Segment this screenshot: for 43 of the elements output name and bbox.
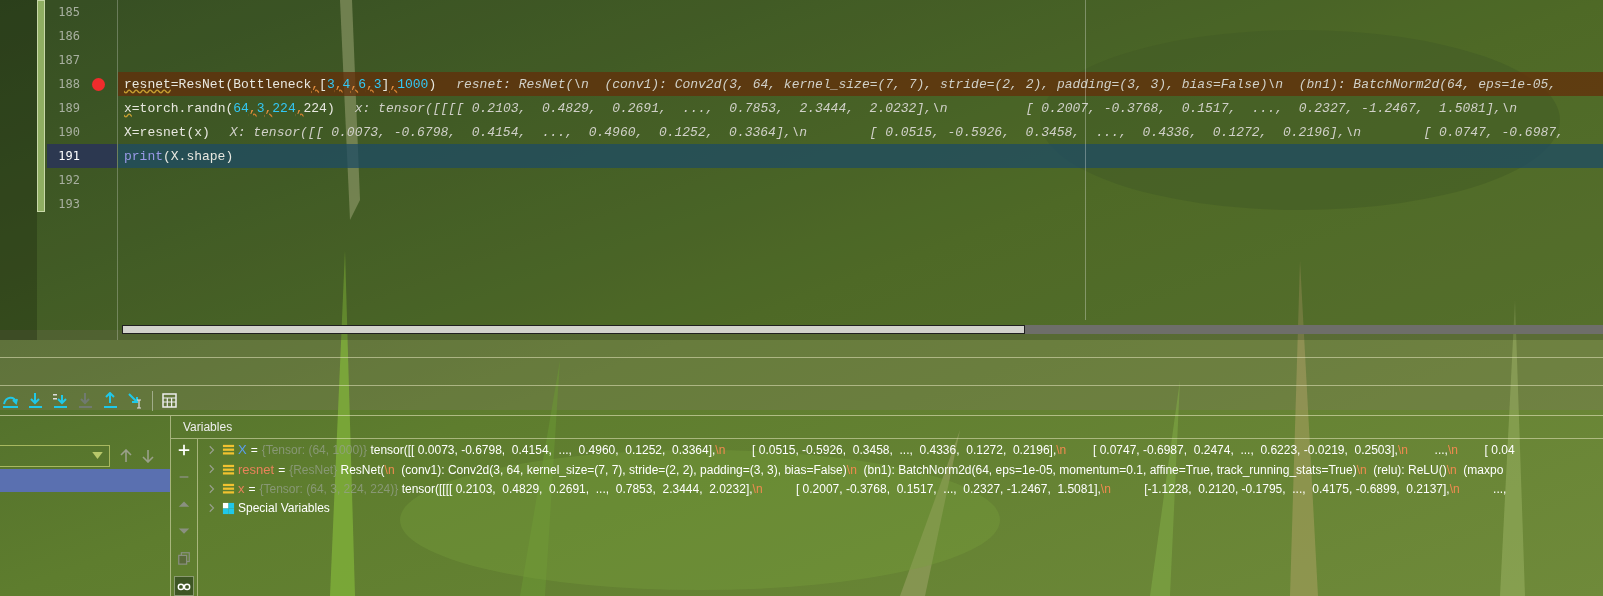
step-down-icon[interactable] [77, 392, 94, 409]
line-number: 193 [57, 197, 80, 211]
copy-icon[interactable] [177, 551, 191, 565]
variable-value: x = {Tensor: (64, 3, 224, 224)} tensor([[[[ 0.2103, 0.4829, 0.2691, ..., 0.7853, 2.3444, 2.0232],\n [ 0.2007, -0.3768, 0.1517, ..., 0.2327, -1.2467, 1.5081],\n [-1.1228, 0.2120, -0.1795, ..., 0.4175, -0.6899, 0.2137],\n ..., [238, 481, 1507, 497]
panel-title: Variables [183, 420, 233, 434]
step-out-icon[interactable] [102, 392, 119, 409]
code-line: print(X.shape) [124, 148, 234, 164]
expand-chevron-icon[interactable] [209, 483, 215, 494]
caret-icon [92, 452, 103, 459]
inline-value-hint: X: tensor([[ 0.0073, -0.6798, 0.4154, ..., 0.4960, 0.1252, 0.3364],\n [ 0.0515, -0.5926, 0.3458, ..., 0.4336, 0.1272, 0.2196],\n [ 0.0747, -0.6987, [229, 124, 1564, 140]
run-to-cursor-icon[interactable] [127, 392, 144, 409]
variable-icon [222, 443, 235, 457]
step-into-icon[interactable] [27, 392, 44, 409]
arrow-down-icon[interactable] [142, 448, 154, 463]
plus-icon[interactable] [177, 443, 191, 457]
scrollbar-thumb[interactable] [122, 325, 1025, 334]
table-icon[interactable] [161, 392, 178, 409]
expand-chevron-icon[interactable] [209, 503, 215, 514]
line-number: 190 [57, 125, 80, 139]
variable-value: X = {Tensor: (64, 1000)} tensor([[ 0.0073, -0.6798, 0.4154, ..., 0.4960, 0.1252, 0.3364],\n [ 0.0515, -0.5926, 0.3458, ..., 0.4336, 0.1272, 0.2196],\n [ 0.0747, -0.6987, 0.2474, ..., 0.6223, -0.0219, 0.2503],\n ...,\n [ 0.04 [238, 442, 1515, 458]
line-number: 189 [57, 101, 80, 115]
line-number: 185 [57, 5, 80, 19]
arrow-up-icon[interactable] [120, 448, 132, 463]
code-line: x=torch.randn(64,3,224,224) [124, 100, 335, 116]
inline-value-hint: resnet: ResNet(\n (conv1): Conv2d(3, 64, kernel_size=(7, 7), stride=(2, 2), padding=(3, 3), bias=False)\n (bn1): BatchNorm2d(64, eps=1e-05, [456, 76, 1557, 92]
variable-name: Special Variables [238, 501, 330, 516]
line-number: 187 [57, 53, 80, 67]
variable-icon [222, 482, 235, 496]
expand-chevron-icon[interactable] [209, 444, 215, 455]
line-number: 191 [57, 149, 80, 163]
inline-value-hint: x: tensor([[[[ 0.2103, 0.4829, 0.2691, ..., 0.7853, 2.3444, 2.0232],\n [ 0.2007, -0.3768, 0.1517, ..., 0.2327, -1.2467, 1.5081],\n [354, 100, 1518, 116]
scrollbar-track[interactable] [122, 325, 1603, 334]
code-line: X=resnet(x) [124, 124, 210, 140]
variable-value: resnet = {ResNet} ResNet(\n (conv1): Conv2d(3, 64, kernel_size=(7, 7), stride=(2, 2), padding=(3, 3), bias=False)\n (bn1): BatchNorm2d(64, eps=1e-05, momentum=0.1, affine=True, track_running_stats=True)\n (relu): ReLU()\n (maxpo [238, 461, 1504, 477]
step-into-list-icon[interactable] [52, 392, 69, 409]
line-number: 188 [57, 77, 80, 91]
line-number: 186 [57, 29, 80, 43]
frame-dropdown[interactable] [0, 444, 110, 467]
expand-chevron-icon[interactable] [209, 464, 215, 475]
line-number: 192 [57, 173, 80, 187]
special-variables-icon [222, 501, 235, 515]
variable-icon [222, 462, 235, 476]
code-line: resnet=ResNet(Bottleneck,[3,4,6,3],1000) [124, 76, 437, 92]
